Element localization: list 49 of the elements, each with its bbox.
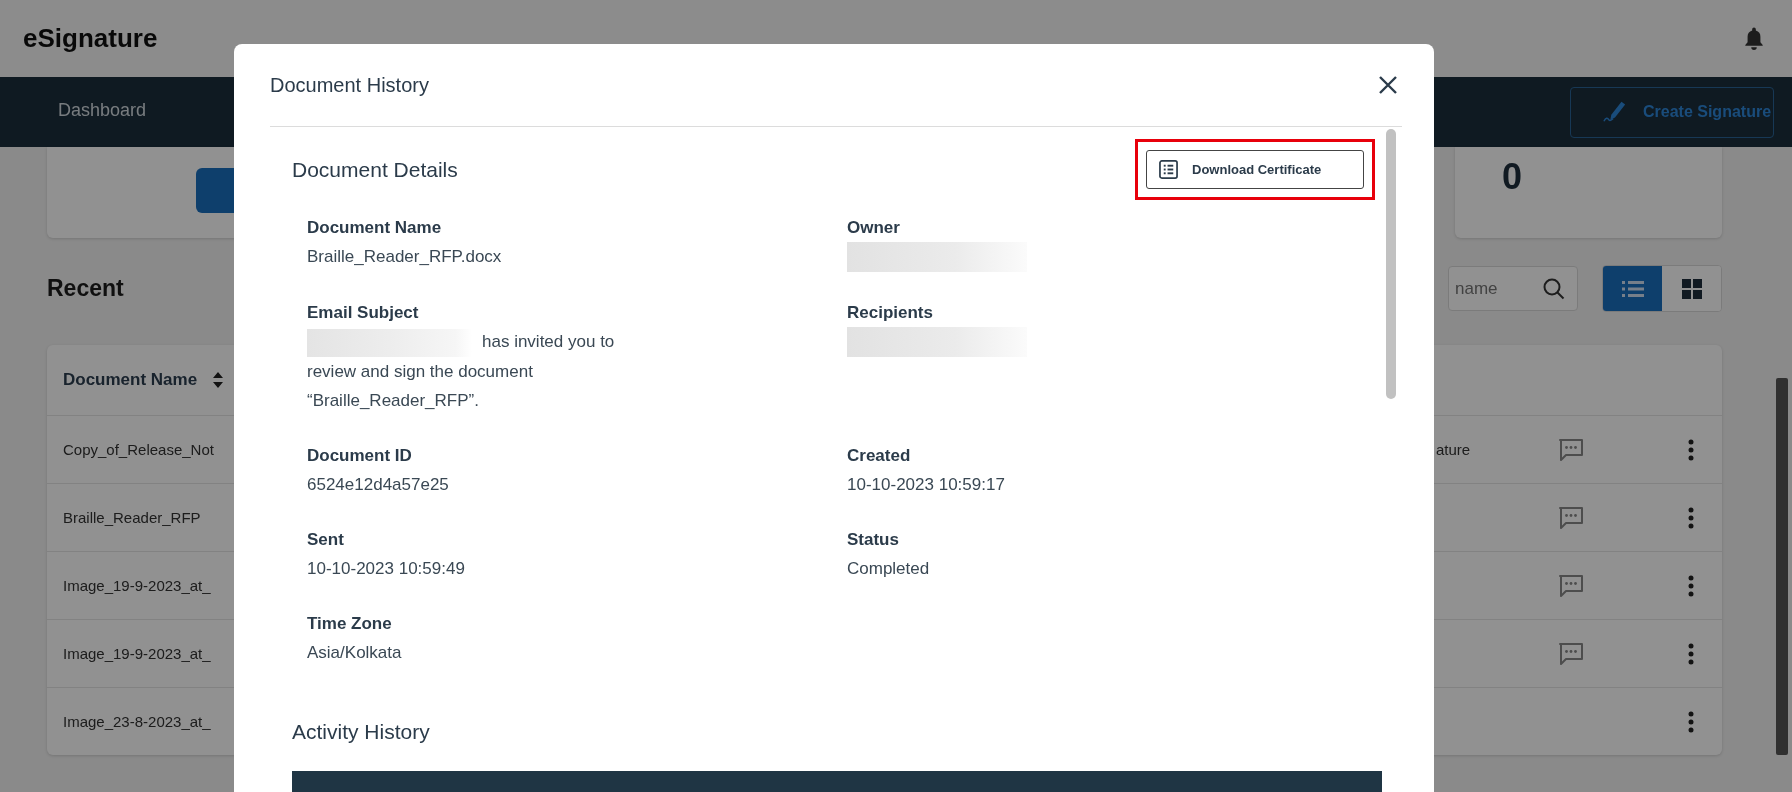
field-label: Created	[847, 444, 912, 467]
field-value: 10-10-2023 10:59:49	[307, 557, 466, 580]
section-heading: Activity History	[292, 718, 431, 745]
comment-icon[interactable]	[1558, 505, 1584, 530]
field-label: Document Name	[307, 217, 443, 239]
table-cell: Image_19-9-2023_at_	[63, 645, 211, 662]
field-label: Document ID	[307, 444, 413, 467]
close-button[interactable]	[1378, 75, 1398, 95]
sort-icon[interactable]	[213, 372, 224, 388]
search-field[interactable]: name	[1448, 266, 1578, 311]
download-certificate-button[interactable]: Download Certificate	[1146, 150, 1364, 189]
app-title: eSignature	[23, 23, 158, 54]
field-value: Asia/Kolkata	[307, 641, 403, 664]
more-options-icon[interactable]	[1688, 710, 1694, 733]
grid-icon	[1681, 278, 1702, 299]
field-value: Completed	[847, 557, 931, 580]
field-label: Sent	[307, 528, 345, 551]
section-heading: Document Details	[292, 157, 458, 182]
table-cell: Copy_of_Release_Not	[63, 441, 214, 458]
more-options-icon[interactable]	[1688, 438, 1694, 461]
field-label: Recipients	[847, 302, 934, 324]
document-list-icon	[1159, 160, 1178, 179]
section-title: Recent	[47, 275, 125, 302]
field-label: Email Subject	[307, 302, 420, 324]
comment-icon[interactable]	[1558, 641, 1584, 666]
list-view-button[interactable]	[1603, 266, 1662, 311]
field-label: Status	[847, 528, 900, 551]
more-options-icon[interactable]	[1688, 506, 1694, 529]
more-options-icon[interactable]	[1688, 574, 1694, 597]
notification-bell-icon[interactable]	[1743, 26, 1765, 51]
comment-icon[interactable]	[1558, 573, 1584, 598]
field-label: Owner	[847, 217, 901, 239]
field-value: Braille_Reader_RFP.docx	[307, 246, 503, 268]
field-value: 10-10-2023 10:59:17	[847, 473, 1006, 496]
list-icon	[1621, 279, 1644, 298]
nav-tab[interactable]: Dashboard	[0, 77, 187, 147]
close-icon	[1378, 75, 1398, 95]
column-header[interactable]: Document Name	[63, 370, 198, 390]
dialog-title: Document History	[270, 73, 429, 97]
count-card: 0	[1455, 147, 1722, 238]
comment-icon[interactable]	[1558, 437, 1584, 462]
table-cell: Image_19-9-2023_at_	[63, 577, 211, 594]
table-cell: ature	[1436, 440, 1471, 458]
field-label: Time Zone	[307, 612, 393, 635]
more-options-icon[interactable]	[1688, 642, 1694, 665]
field-value: 6524e12d4a57e25	[307, 473, 450, 496]
field-value: has invited you to review and sign the document “Braille_Reader_RFP”.	[307, 327, 647, 415]
table-cell: Image_23-8-2023_at_	[63, 713, 211, 730]
table-cell: Braille_Reader_RFP	[63, 509, 201, 526]
